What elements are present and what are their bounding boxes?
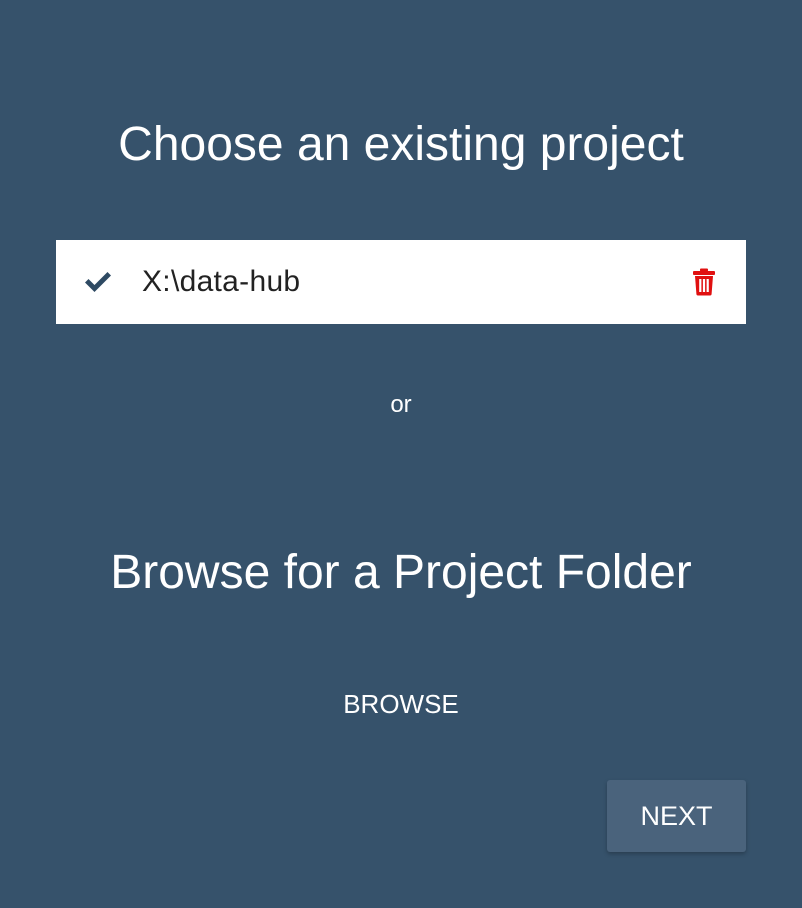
project-list-item[interactable]: X:\data-hub bbox=[56, 240, 746, 324]
browse-button[interactable]: BROWSE bbox=[321, 682, 481, 726]
or-separator: or bbox=[390, 391, 412, 418]
next-button[interactable]: NEXT bbox=[607, 780, 746, 852]
browse-project-title: Browse for a Project Folder bbox=[110, 546, 692, 599]
project-path: X:\data-hub bbox=[142, 265, 301, 298]
check-icon bbox=[83, 270, 113, 294]
existing-project-title: Choose an existing project bbox=[118, 118, 684, 171]
trash-icon[interactable] bbox=[692, 268, 716, 296]
